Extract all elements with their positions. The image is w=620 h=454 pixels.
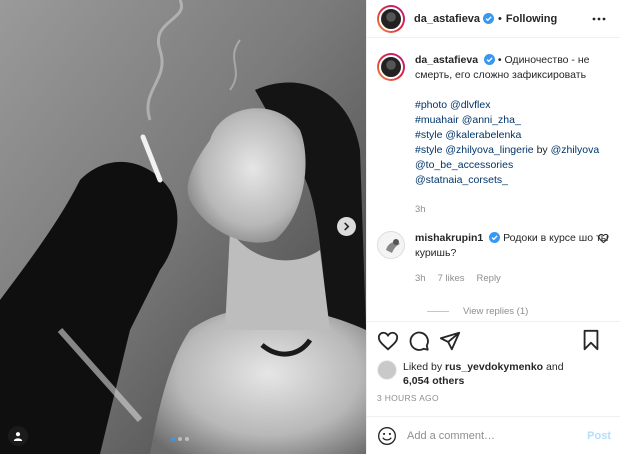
post-timestamp[interactable]: 3 HOURS AGO	[377, 393, 439, 403]
liker-avatar[interactable]	[377, 360, 397, 380]
hashtag-link[interactable]: #style	[415, 144, 442, 156]
mention-link[interactable]: @dlvflex	[450, 99, 490, 111]
caption-separator: •	[497, 54, 502, 66]
post-actions-bar	[367, 321, 620, 359]
hashtag-link[interactable]: #muahair	[415, 114, 459, 126]
photo-illustration	[0, 0, 366, 454]
mention-link[interactable]: @kalerabelenka	[445, 129, 521, 141]
comment-composer: Add a comment… Post	[367, 416, 620, 454]
post-comment-button[interactable]: Post	[587, 430, 611, 442]
tagged-users-button[interactable]	[8, 426, 28, 446]
author-avatar[interactable]	[377, 4, 405, 33]
chevron-right-icon	[344, 222, 350, 231]
liked-by: Liked by rus_yevdokymenko and 6,054 othe…	[377, 360, 564, 388]
post-header: da_astafieva • Following	[367, 0, 620, 38]
caption: da_astafieva • Одиночество - не смерть, …	[377, 53, 609, 217]
post-photo[interactable]	[0, 0, 366, 454]
mention-link[interactable]: @statnaia_corsets_	[415, 174, 508, 186]
comment-input[interactable]: Add a comment…	[407, 430, 587, 442]
carousel-indicator	[171, 437, 189, 441]
commenter-username[interactable]: mishakrupin1	[415, 232, 483, 244]
view-replies-button[interactable]: View replies (1)	[427, 306, 609, 317]
commenter-avatar[interactable]	[377, 231, 405, 259]
comment-age[interactable]: 3h	[415, 271, 426, 286]
comment-actions: 3h 7 likes Reply	[415, 271, 609, 286]
mention-link[interactable]: @zhilyova_lingerie	[445, 144, 533, 156]
caption-age[interactable]: 3h	[415, 202, 609, 217]
caption-credits: #photo @dlvflex #muahair @anni_zha_ #sty…	[415, 98, 609, 188]
comment-like-heart-icon[interactable]	[598, 233, 609, 244]
credit-joiner: by	[536, 144, 548, 156]
comment-icon[interactable]	[408, 330, 430, 352]
carousel-dot-active	[171, 437, 175, 441]
carousel-dot	[178, 437, 182, 441]
paper-plane-icon[interactable]	[439, 330, 461, 352]
bookmark-icon[interactable]	[580, 329, 602, 351]
liked-by-prefix: Liked by	[403, 361, 443, 373]
carousel-dot	[185, 437, 189, 441]
mention-link[interactable]: @zhilyova	[551, 144, 600, 156]
caption-body: da_astafieva • Одиночество - не смерть, …	[415, 53, 609, 217]
comments-area[interactable]: da_astafieva • Одиночество - не смерть, …	[367, 39, 620, 321]
liker-username[interactable]: rus_yevdokymenko	[445, 361, 543, 373]
caption-username[interactable]: da_astafieva	[415, 54, 478, 66]
user-tag-icon	[13, 432, 23, 441]
instagram-post-modal: da_astafieva • Following da_astafieva • …	[0, 0, 620, 454]
verified-badge-icon	[483, 13, 495, 24]
mention-link[interactable]: @to_be_accessories	[415, 159, 513, 171]
author-avatar[interactable]	[377, 53, 405, 81]
mention-link[interactable]: @anni_zha_	[462, 114, 521, 126]
author-username[interactable]: da_astafieva	[414, 13, 480, 25]
reply-button[interactable]: Reply	[477, 271, 501, 286]
header-separator: •	[498, 12, 502, 25]
comment-body: mishakrupin1 Родоки в курсе шо ты куришь…	[415, 231, 609, 286]
heart-icon[interactable]	[377, 330, 399, 352]
post-details-panel: da_astafieva • Following da_astafieva • …	[366, 0, 620, 454]
liked-by-joiner: and	[546, 361, 564, 373]
view-replies-label: View replies (1)	[463, 306, 529, 317]
following-button[interactable]: Following	[506, 13, 557, 25]
next-photo-button[interactable]	[337, 217, 356, 236]
hashtag-link[interactable]: #style	[415, 129, 442, 141]
ellipsis-icon[interactable]	[592, 12, 606, 26]
comment-likes[interactable]: 7 likes	[438, 271, 465, 286]
hashtag-link[interactable]: #photo	[415, 99, 447, 111]
verified-badge-icon	[483, 54, 495, 65]
smiley-icon[interactable]	[377, 426, 397, 446]
verified-badge-icon	[489, 232, 501, 243]
likes-count[interactable]: 6,054 others	[403, 375, 464, 387]
comment-item: mishakrupin1 Родоки в курсе шо ты куришь…	[377, 231, 609, 286]
